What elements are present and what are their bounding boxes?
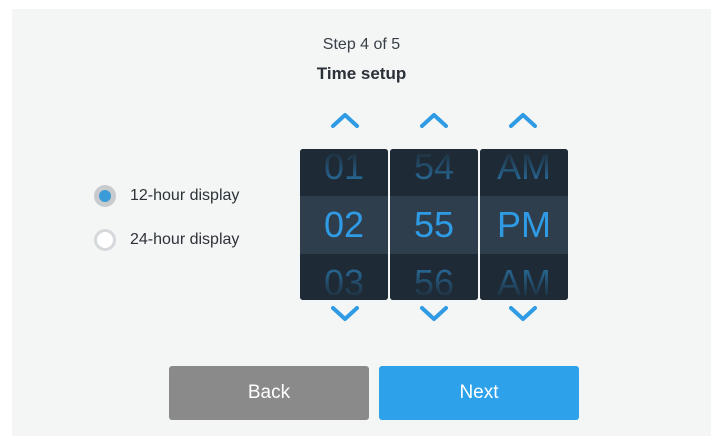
hour-down-chevron-down-icon[interactable] <box>329 304 361 324</box>
page-title: Time setup <box>316 64 407 83</box>
period-current: PM <box>480 196 568 254</box>
minute-current: 55 <box>390 196 478 254</box>
hour-prev[interactable]: 01 <box>300 149 388 189</box>
hour-spinner[interactable]: 01 02 03 <box>300 149 388 300</box>
hour-next[interactable]: 03 <box>300 261 388 300</box>
period-next[interactable]: AM <box>480 261 568 300</box>
radio-12-hour[interactable]: 12-hour display <box>94 182 239 210</box>
hour-up-chevron-up-icon[interactable] <box>329 110 361 130</box>
setup-panel: Step 4 of 5 Time setup 12-hour display 2… <box>12 9 711 436</box>
hour-current: 02 <box>300 196 388 254</box>
minute-up-chevron-up-icon[interactable] <box>418 110 450 130</box>
radio-label-24-hour: 24-hour display <box>130 231 240 248</box>
period-prev[interactable]: AM <box>480 149 568 189</box>
radio-24-hour[interactable]: 24-hour display <box>94 226 239 254</box>
minute-prev[interactable]: 54 <box>390 149 478 189</box>
minute-down-chevron-down-icon[interactable] <box>418 304 450 324</box>
period-up-chevron-up-icon[interactable] <box>507 110 539 130</box>
radio-button-checked[interactable] <box>94 185 116 207</box>
radio-label-12-hour: 12-hour display <box>130 187 240 204</box>
period-down-chevron-down-icon[interactable] <box>507 304 539 324</box>
next-button[interactable]: Next <box>379 366 579 420</box>
minute-next[interactable]: 56 <box>390 261 478 300</box>
step-indicator: Step 4 of 5 <box>322 36 401 53</box>
minute-spinner[interactable]: 54 55 56 <box>390 149 478 300</box>
radio-button-unchecked[interactable] <box>94 229 116 251</box>
back-button[interactable]: Back <box>169 366 369 420</box>
period-spinner[interactable]: AM PM AM <box>480 149 568 300</box>
